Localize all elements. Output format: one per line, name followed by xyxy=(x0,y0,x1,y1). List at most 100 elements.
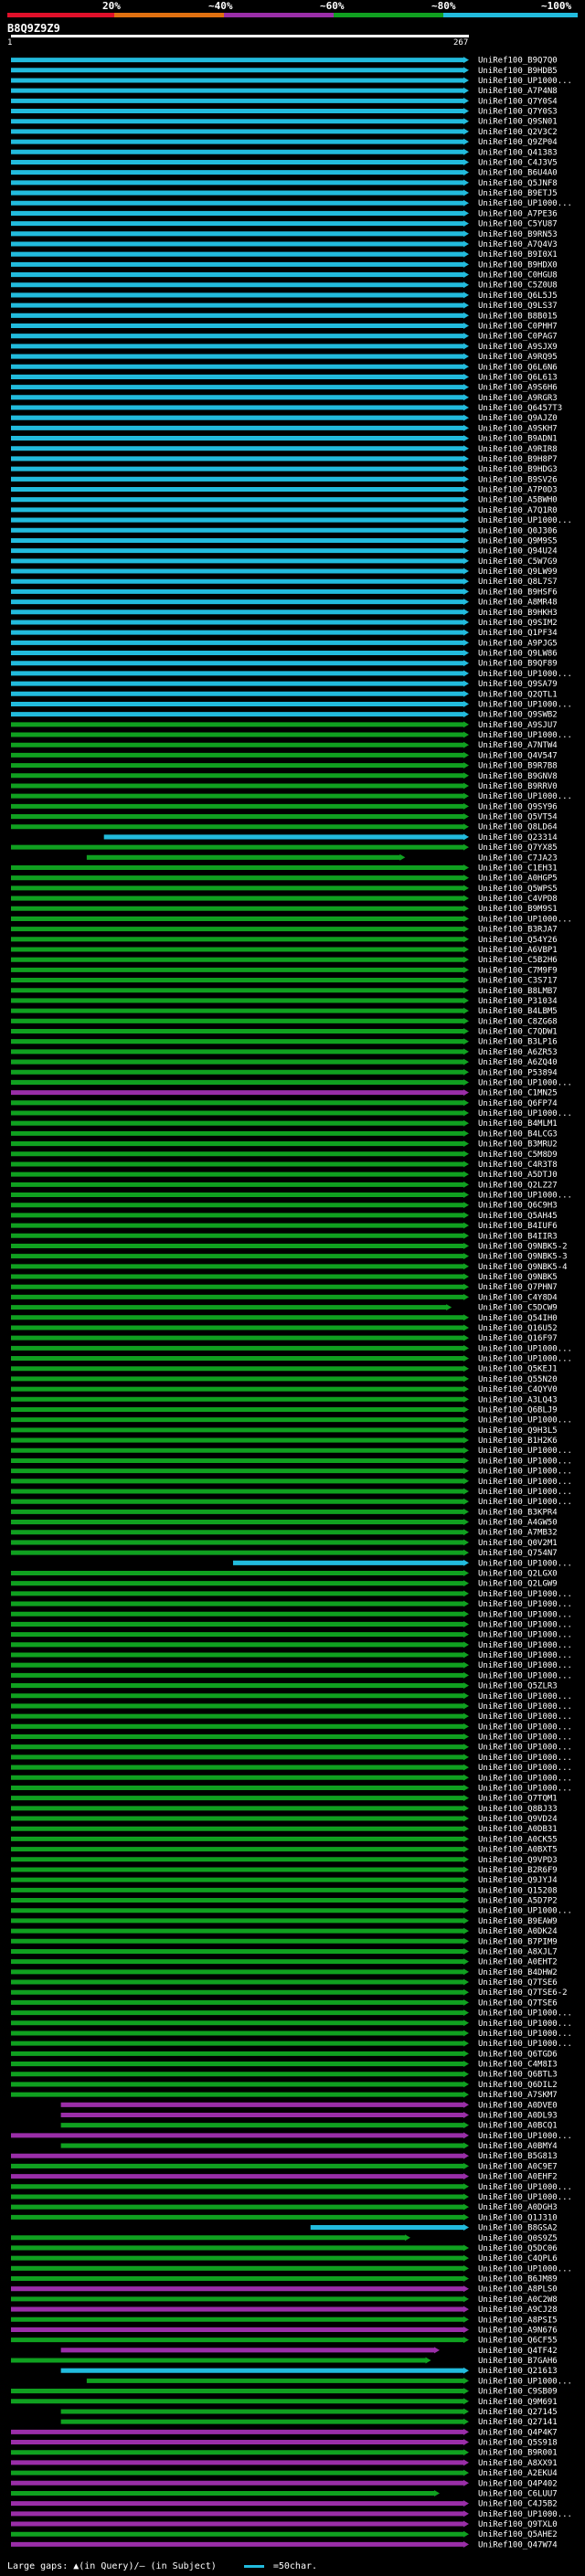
hit-label[interactable]: UniRef100_Q9SA79 xyxy=(478,680,558,689)
hit-row[interactable]: UniRef100_B9R001 xyxy=(11,2449,558,2458)
hit-row[interactable]: UniRef100_Q9AJZ0 xyxy=(11,414,558,423)
hit-label[interactable]: UniRef100_Q23314 xyxy=(478,833,558,843)
hit-label[interactable]: UniRef100_UP1000... xyxy=(478,2264,572,2274)
hit-label[interactable]: UniRef100_C7M9F9 xyxy=(478,966,558,975)
hit-label[interactable]: UniRef100_Q9LS37 xyxy=(478,302,558,311)
hit-row[interactable]: UniRef100_Q5DC06 xyxy=(11,2244,558,2253)
hit-row[interactable]: UniRef100_Q9SWB2 xyxy=(11,711,558,720)
hit-row[interactable]: UniRef100_UP1000... xyxy=(11,1764,572,1773)
hit-label[interactable]: UniRef100_A0HGP5 xyxy=(478,875,558,884)
hit-label[interactable]: UniRef100_Q27145 xyxy=(478,2408,558,2417)
hit-row[interactable]: UniRef100_B4IIR3 xyxy=(11,1232,558,1241)
hit-label[interactable]: UniRef100_UP1000... xyxy=(478,670,572,679)
hit-row[interactable]: UniRef100_A5D7P2 xyxy=(11,1897,558,1906)
hit-row[interactable]: UniRef100_A6VBP1 xyxy=(11,946,558,955)
hit-row[interactable]: UniRef100_Q754N7 xyxy=(11,1549,558,1558)
hit-row[interactable]: UniRef100_B9RN53 xyxy=(11,230,558,239)
hit-label[interactable]: UniRef100_B4LBM5 xyxy=(478,1007,558,1016)
hit-label[interactable]: UniRef100_B9HKH3 xyxy=(478,609,558,618)
hit-label[interactable]: UniRef100_B9ADN1 xyxy=(478,435,558,444)
hit-label[interactable]: UniRef100_Q8L7S7 xyxy=(478,578,558,587)
hit-row[interactable]: UniRef100_Q9SIM2 xyxy=(11,619,558,628)
hit-label[interactable]: UniRef100_Q5S918 xyxy=(478,2439,558,2448)
hit-row[interactable]: UniRef100_A8PLS0 xyxy=(11,2285,558,2295)
hit-label[interactable]: UniRef100_B9M9S1 xyxy=(478,905,558,914)
hit-row[interactable]: UniRef100_C1MN25 xyxy=(11,1089,558,1098)
hit-label[interactable]: UniRef100_C4J3V5 xyxy=(478,158,558,167)
hit-row[interactable]: UniRef100_Q9VPD3 xyxy=(11,1856,558,1865)
hit-row[interactable]: UniRef100_UP1000... xyxy=(11,1620,572,1629)
hit-row[interactable]: UniRef100_C4M8I3 xyxy=(11,2061,558,2070)
hit-row[interactable]: UniRef100_A0DK24 xyxy=(11,1927,558,1936)
hit-row[interactable]: UniRef100_B8LMB7 xyxy=(11,987,558,996)
hit-label[interactable]: UniRef100_Q2LGW9 xyxy=(478,1580,558,1589)
hit-row[interactable]: UniRef100_Q54IH0 xyxy=(11,1314,558,1323)
hit-row[interactable]: UniRef100_B3MRU2 xyxy=(11,1140,558,1150)
hit-label[interactable]: UniRef100_Q6C9H3 xyxy=(478,1202,558,1211)
hit-label[interactable]: UniRef100_B9H8P7 xyxy=(478,455,558,464)
hit-row[interactable]: UniRef100_Q1PF34 xyxy=(11,629,558,638)
hit-label[interactable]: UniRef100_UP1000... xyxy=(478,1600,572,1609)
hit-label[interactable]: UniRef100_UP1000... xyxy=(478,1457,572,1466)
hit-row[interactable]: UniRef100_B3LP16 xyxy=(11,1038,558,1047)
hit-label[interactable]: UniRef100_Q6BTL3 xyxy=(478,2071,558,2080)
hit-label[interactable]: UniRef100_A7Q1R0 xyxy=(478,506,558,515)
hit-row[interactable]: UniRef100_UP1000... xyxy=(11,1661,572,1670)
hit-row[interactable]: UniRef100_Q7TSE6-2 xyxy=(11,1988,568,1998)
hit-label[interactable]: UniRef100_UP1000... xyxy=(478,1109,572,1118)
hit-label[interactable]: UniRef100_P31034 xyxy=(478,997,558,1006)
hit-row[interactable]: UniRef100_C1EH31 xyxy=(11,864,558,873)
hit-row[interactable]: UniRef100_UP1000... xyxy=(11,1468,572,1477)
hit-row[interactable]: UniRef100_A0EHT2 xyxy=(11,1958,558,1967)
hit-row[interactable]: UniRef100_A9S6H6 xyxy=(11,384,558,393)
hit-label[interactable]: UniRef100_UP1000... xyxy=(478,1620,572,1629)
hit-row[interactable]: UniRef100_B9HDG3 xyxy=(11,465,558,474)
hit-row[interactable]: UniRef100_Q6C9H3 xyxy=(11,1202,558,1211)
hit-row[interactable]: UniRef100_A0DB31 xyxy=(11,1825,558,1834)
hit-label[interactable]: UniRef100_UP1000... xyxy=(478,1692,572,1701)
hit-row[interactable]: UniRef100_Q9NBK5-4 xyxy=(11,1263,568,1272)
hit-row[interactable]: UniRef100_UP1000... xyxy=(11,1478,572,1487)
hit-row[interactable]: UniRef100_UP1000... xyxy=(11,1109,572,1118)
hit-row[interactable]: UniRef100_Q9M691 xyxy=(11,2398,558,2407)
hit-row[interactable]: UniRef100_B4LCG3 xyxy=(11,1129,558,1139)
hit-row[interactable]: UniRef100_B4MLM1 xyxy=(11,1119,558,1129)
hit-label[interactable]: UniRef100_B3MRU2 xyxy=(478,1140,558,1150)
hit-label[interactable]: UniRef100_C1MN25 xyxy=(478,1089,558,1098)
hit-row[interactable]: UniRef100_UP1000... xyxy=(11,2132,572,2141)
hit-label[interactable]: UniRef100_Q9M9S5 xyxy=(478,536,558,546)
hit-label[interactable]: UniRef100_C7QDW1 xyxy=(478,1028,558,1037)
hit-row[interactable]: UniRef100_Q9SA79 xyxy=(11,680,558,689)
hit-label[interactable]: UniRef100_Q6CF55 xyxy=(478,2337,558,2346)
hit-row[interactable]: UniRef100_Q5ZLR3 xyxy=(11,1682,558,1691)
hit-row[interactable]: UniRef100_C4VPD8 xyxy=(11,895,558,904)
hit-label[interactable]: UniRef100_A8XX91 xyxy=(478,2459,558,2468)
hit-row[interactable]: UniRef100_Q23314 xyxy=(103,833,558,843)
hit-label[interactable]: UniRef100_A5D7P2 xyxy=(478,1897,558,1906)
hit-row[interactable]: UniRef100_Q9H3L5 xyxy=(11,1426,558,1436)
hit-label[interactable]: UniRef100_Q9LW86 xyxy=(478,650,558,659)
hit-label[interactable]: UniRef100_B9RN53 xyxy=(478,230,558,239)
hit-label[interactable]: UniRef100_A0DB31 xyxy=(478,1825,558,1834)
hit-row[interactable]: UniRef100_B5G813 xyxy=(11,2152,558,2161)
hit-row[interactable]: UniRef100_C5Z0U8 xyxy=(11,281,558,291)
hit-row[interactable]: UniRef100_Q7PHN7 xyxy=(11,1283,558,1292)
hit-row[interactable]: UniRef100_Q16F97 xyxy=(11,1334,558,1343)
hit-label[interactable]: UniRef100_UP1000... xyxy=(478,1631,572,1640)
hit-label[interactable]: UniRef100_Q16F97 xyxy=(478,1334,558,1343)
hit-label[interactable]: UniRef100_A5DTJ0 xyxy=(478,1171,558,1180)
hit-row[interactable]: UniRef100_C8ZG68 xyxy=(11,1017,558,1026)
hit-label[interactable]: UniRef100_B9EAW9 xyxy=(478,1917,558,1926)
hit-label[interactable]: UniRef100_UP1000... xyxy=(478,1733,572,1743)
hit-row[interactable]: UniRef100_Q7TSE6 xyxy=(11,1998,558,2008)
hit-label[interactable]: UniRef100_B9GNV8 xyxy=(478,772,558,781)
hit-label[interactable]: UniRef100_B9ETJ5 xyxy=(478,189,558,198)
hit-label[interactable]: UniRef100_UP1000... xyxy=(478,1078,572,1087)
hit-label[interactable]: UniRef100_B9RRV0 xyxy=(478,782,558,791)
hit-row[interactable]: UniRef100_B9Q7Q0 xyxy=(11,57,558,66)
hit-label[interactable]: UniRef100_UP1000... xyxy=(478,1344,572,1353)
hit-label[interactable]: UniRef100_UP1000... xyxy=(478,2009,572,2019)
hit-label[interactable]: UniRef100_Q4TF42 xyxy=(478,2347,558,2356)
hit-label[interactable]: UniRef100_C4J5B2 xyxy=(478,2500,558,2509)
hit-label[interactable]: UniRef100_Q7Y0S3 xyxy=(478,108,558,117)
